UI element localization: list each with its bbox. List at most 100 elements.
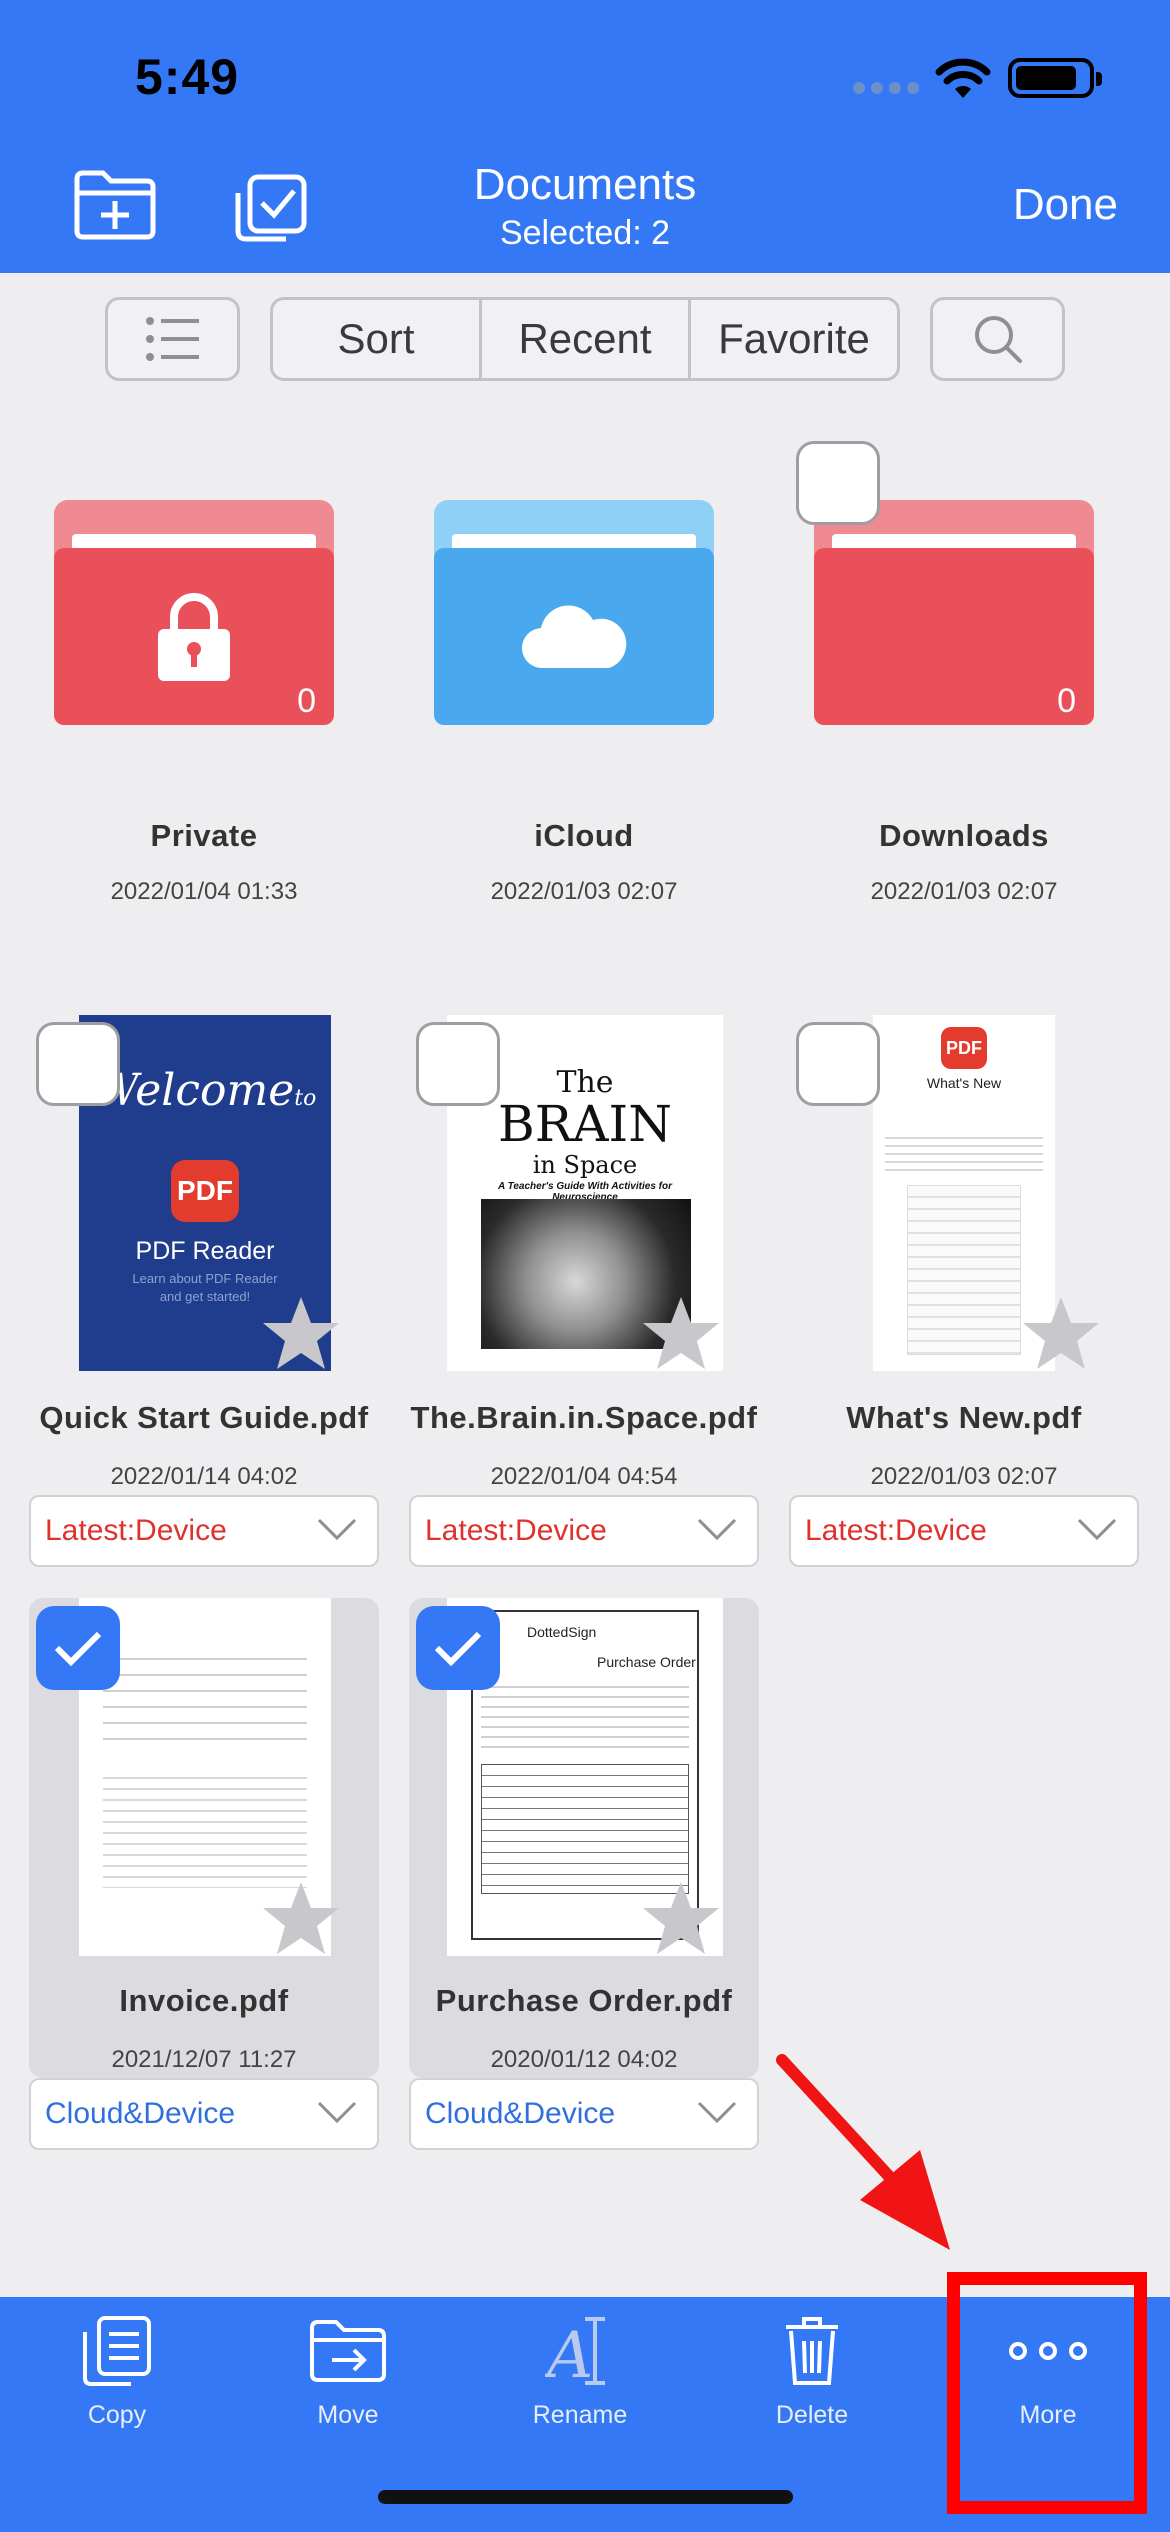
copy-label: Copy xyxy=(87,2401,147,2429)
sort-filter-segmented-control: Sort Recent Favorite xyxy=(270,297,900,381)
select-checkbox-checked[interactable] xyxy=(36,1606,120,1690)
file-date: 2021/12/07 11:27 xyxy=(111,2046,297,2073)
select-all-button[interactable] xyxy=(232,172,310,244)
thumb-title: What's New xyxy=(926,1075,1002,1091)
thumb-brand: DottedSign xyxy=(527,1624,597,1640)
copy-button[interactable]: Copy xyxy=(0,2297,234,2447)
cellular-signal-icon xyxy=(853,82,919,94)
folder-count: 0 xyxy=(1057,682,1076,720)
page-title: Documents xyxy=(473,160,697,209)
thumb-line3: in Space xyxy=(532,1151,638,1179)
select-checkbox[interactable] xyxy=(36,1022,120,1106)
header: 5:49 Documents Selected: 2 Done xyxy=(0,0,1170,273)
folder-date: 2022/01/04 01:33 xyxy=(110,878,298,905)
source-label: Cloud&Device xyxy=(45,2097,236,2130)
move-label: Move xyxy=(317,2401,379,2429)
file-name: Purchase Order.pdf xyxy=(435,1983,733,2018)
folder-name: Private xyxy=(150,818,258,853)
source-dropdown[interactable]: Latest:Device xyxy=(409,1495,759,1567)
source-dropdown[interactable]: Latest:Device xyxy=(29,1495,379,1567)
checkmark-icon xyxy=(434,1631,482,1667)
favorite-star-icon[interactable] xyxy=(641,1880,721,1956)
wifi-icon xyxy=(935,58,991,98)
file-date: 2022/01/03 02:07 xyxy=(870,1463,1058,1490)
source-label: Cloud&Device xyxy=(425,2097,616,2130)
selection-count: Selected: 2 xyxy=(499,214,671,252)
search-icon xyxy=(974,316,1022,363)
pdf-badge: PDF xyxy=(941,1027,987,1069)
sort-button[interactable]: Sort xyxy=(273,300,482,378)
file-name: What's New.pdf xyxy=(846,1400,1082,1435)
file-date: 2022/01/14 04:02 xyxy=(110,1463,298,1490)
new-folder-button[interactable] xyxy=(70,165,160,245)
rename-label: Rename xyxy=(532,2401,628,2429)
home-indicator xyxy=(378,2490,793,2504)
chevron-down-icon xyxy=(697,2101,737,2124)
folder-icon: 0 xyxy=(814,500,1094,725)
file-name: The.Brain.in.Space.pdf xyxy=(410,1400,758,1435)
folder-plus-icon xyxy=(74,170,156,240)
folder-date: 2022/01/03 02:07 xyxy=(490,878,678,905)
list-icon xyxy=(145,317,199,361)
folder-item-icloud[interactable]: iCloud 2022/01/03 02:07 xyxy=(409,500,759,920)
file-date: 2022/01/04 04:54 xyxy=(490,1463,678,1490)
folder-name: iCloud xyxy=(534,818,634,853)
chevron-down-icon xyxy=(317,1518,357,1541)
favorite-star-icon[interactable] xyxy=(1021,1295,1101,1371)
thumb-title: PDF Reader xyxy=(135,1237,275,1265)
source-label: Latest:Device xyxy=(805,1514,987,1547)
thumb-sub1: Learn about PDF Reader xyxy=(132,1271,278,1286)
lock-icon xyxy=(158,592,230,681)
copy-icon xyxy=(83,2316,151,2386)
folder-date: 2022/01/03 02:07 xyxy=(870,878,1058,905)
file-name: Invoice.pdf xyxy=(119,1983,289,2018)
folder-icon: 0 xyxy=(54,500,334,725)
svg-text:A: A xyxy=(545,2319,593,2389)
select-checkbox[interactable] xyxy=(416,1022,500,1106)
checkmark-icon xyxy=(54,1631,102,1667)
favorite-button[interactable]: Favorite xyxy=(691,300,897,378)
file-date: 2020/01/12 04:02 xyxy=(490,2046,678,2073)
status-time: 5:49 xyxy=(135,49,240,105)
list-view-button[interactable] xyxy=(105,297,240,381)
checkbox-stack-icon xyxy=(235,174,307,242)
favorite-star-icon[interactable] xyxy=(261,1880,341,1956)
select-checkbox[interactable] xyxy=(796,441,880,525)
move-button[interactable]: Move xyxy=(231,2297,465,2447)
folder-icon xyxy=(434,500,714,725)
file-name: Quick Start Guide.pdf xyxy=(39,1400,369,1435)
rename-button[interactable]: A Rename xyxy=(463,2297,697,2447)
favorite-star-icon[interactable] xyxy=(641,1295,721,1371)
source-dropdown[interactable]: Cloud&Device xyxy=(409,2078,759,2150)
done-button[interactable]: Done xyxy=(1013,180,1118,230)
delete-label: Delete xyxy=(775,2401,849,2429)
select-checkbox-checked[interactable] xyxy=(416,1606,500,1690)
folder-count: 0 xyxy=(297,682,316,720)
chevron-down-icon xyxy=(1077,1518,1117,1541)
move-icon xyxy=(310,2320,386,2382)
recent-button[interactable]: Recent xyxy=(482,300,691,378)
favorite-star-icon[interactable] xyxy=(261,1295,341,1371)
thumb-to: to xyxy=(294,1086,317,1111)
source-dropdown[interactable]: Cloud&Device xyxy=(29,2078,379,2150)
source-label: Latest:Device xyxy=(425,1514,607,1547)
trash-icon xyxy=(786,2317,838,2385)
source-label: Latest:Device xyxy=(45,1514,227,1547)
chevron-down-icon xyxy=(317,2101,357,2124)
delete-button[interactable]: Delete xyxy=(695,2297,929,2447)
folder-item-downloads[interactable]: 0 Downloads 2022/01/03 02:07 xyxy=(789,500,1139,920)
thumb-welcome: Welcome xyxy=(93,1065,295,1116)
thumb-title: Purchase Order xyxy=(597,1654,696,1670)
annotation-arrow xyxy=(776,2054,950,2250)
source-dropdown[interactable]: Latest:Device xyxy=(789,1495,1139,1567)
pdf-badge: PDF xyxy=(171,1160,239,1222)
battery-icon xyxy=(1008,58,1102,98)
rename-icon: A xyxy=(545,2317,605,2389)
select-checkbox[interactable] xyxy=(796,1022,880,1106)
folder-name: Downloads xyxy=(879,818,1049,853)
annotation-highlight-box xyxy=(947,2272,1147,2514)
chevron-down-icon xyxy=(697,1518,737,1541)
cloud-icon xyxy=(521,604,627,668)
search-button[interactable] xyxy=(930,297,1065,381)
folder-item-private[interactable]: 0 Private 2022/01/04 01:33 xyxy=(29,500,379,920)
